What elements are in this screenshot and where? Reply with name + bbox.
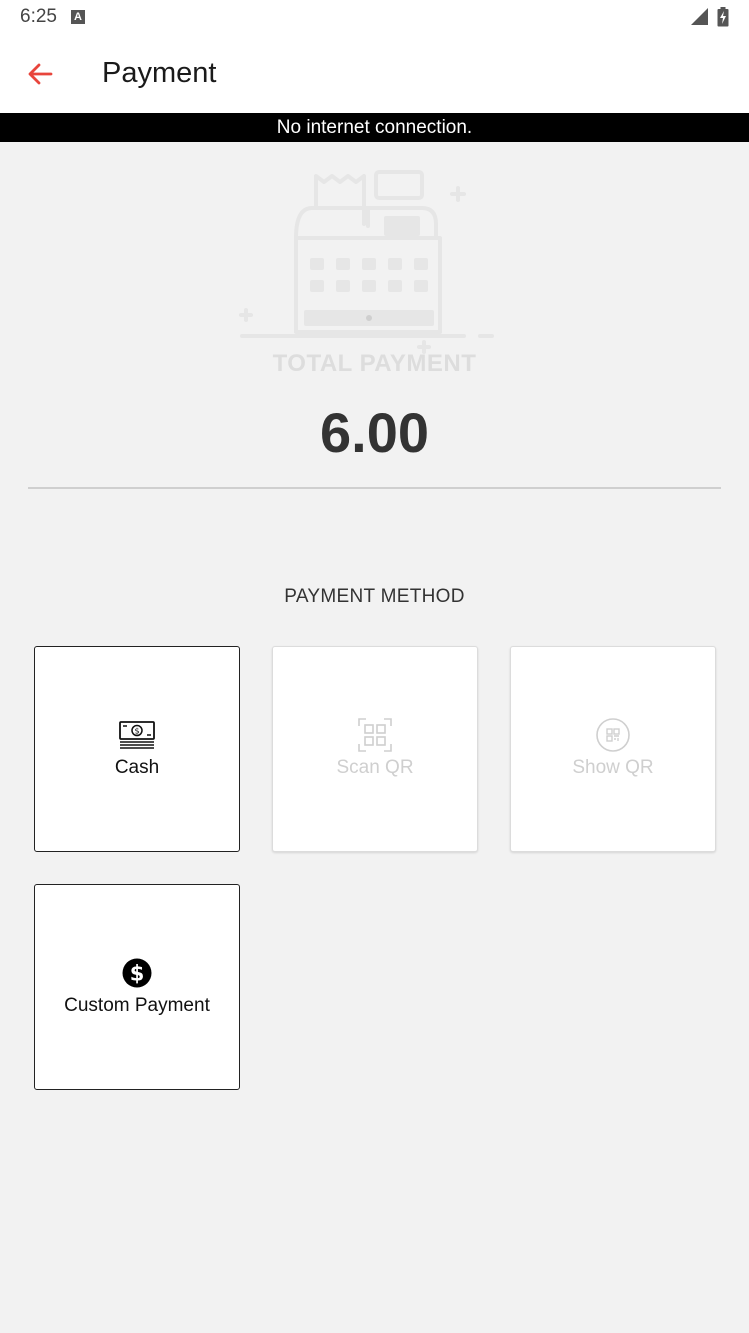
payment-method-heading: PAYMENT METHOD xyxy=(284,586,465,607)
arrow-left-icon xyxy=(28,63,53,84)
dollar-icon: $ xyxy=(122,958,152,988)
scan-qr-method-card[interactable]: Scan QR xyxy=(272,646,478,852)
show-qr-icon xyxy=(596,718,630,752)
show-qr-method-card[interactable]: Show QR xyxy=(510,646,716,852)
a-icon: A xyxy=(70,10,85,24)
back-button[interactable] xyxy=(0,34,80,113)
cash-label: Cash xyxy=(114,757,160,778)
page-title: Payment xyxy=(102,57,217,89)
cash-method-card[interactable]: $ Cash xyxy=(34,646,240,852)
status-time: 6:25 xyxy=(20,6,57,27)
show-qr-label: Show QR xyxy=(572,757,654,778)
svg-text:$: $ xyxy=(130,962,145,986)
divider xyxy=(28,487,721,489)
custom-payment-label: Custom Payment xyxy=(64,995,210,1016)
scan-qr-icon xyxy=(358,718,392,752)
scan-qr-label: Scan QR xyxy=(336,757,414,778)
status-bar: 6:25 A xyxy=(0,0,749,34)
offline-banner: No internet connection. xyxy=(0,113,749,142)
cash-register-icon xyxy=(239,170,494,354)
svg-text:$: $ xyxy=(134,727,139,736)
app-bar: Payment xyxy=(0,34,749,113)
custom-payment-method-card[interactable]: $ Custom Payment xyxy=(34,884,240,1090)
total-payment-label: TOTAL PAYMENT xyxy=(272,350,477,377)
signal-icon xyxy=(691,8,708,25)
cash-icon: $ xyxy=(119,721,155,749)
total-payment-amount: 6.00 xyxy=(320,401,429,464)
battery-charging-icon xyxy=(717,7,729,27)
